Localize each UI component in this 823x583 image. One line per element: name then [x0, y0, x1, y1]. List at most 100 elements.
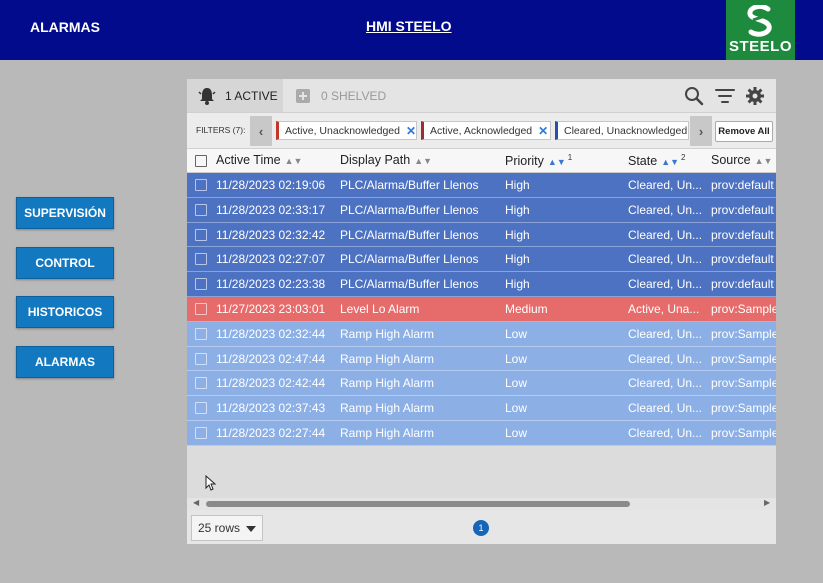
rows-per-page-value: 25 rows — [198, 521, 241, 535]
tab-shelved-alarms[interactable]: 0 SHELVED — [293, 79, 386, 112]
filter-scroll-right-button[interactable]: › — [690, 116, 712, 146]
cell-source: prov:Sample — [711, 376, 776, 391]
cell-state: Cleared, Un... — [628, 426, 703, 440]
sort-asc-icon: ▲▼ — [661, 157, 680, 168]
row-checkbox[interactable] — [195, 253, 207, 266]
row-checkbox[interactable] — [195, 303, 207, 315]
cell-active-time: 11/28/2023 02:32:42 — [216, 227, 326, 242]
filters-label: FILTERS (7): — [196, 125, 246, 135]
scrollbar-thumb[interactable] — [206, 501, 630, 507]
column-header-display-path[interactable]: Display Path ▲▼ — [340, 153, 432, 167]
column-header-state[interactable]: State ▲▼ 2 — [628, 153, 685, 168]
filter-chip-active-ack[interactable]: Active, Acknowledged ✕ — [421, 121, 551, 140]
tab-active-alarms[interactable]: 1 ACTIVE — [187, 79, 283, 112]
horizontal-scrollbar[interactable]: ◀ ▶ — [187, 498, 776, 510]
filter-chip-active-unack[interactable]: Active, Unacknowledged ✕ — [276, 121, 417, 140]
table-row[interactable]: 11/28/2023 02:32:42 PLC/Alarma/Buffer Lle… — [187, 222, 776, 248]
cell-active-time: 11/27/2023 23:03:01 — [216, 302, 326, 316]
cell-state: Cleared, Un... — [628, 227, 703, 242]
filter-chip-label: Active, Unacknowledged — [285, 124, 400, 137]
cell-display-path: PLC/Alarma/Buffer Llenos — [340, 277, 479, 292]
cell-source: prov:Sample — [711, 351, 776, 366]
cell-display-path: Ramp High Alarm — [340, 376, 435, 391]
page-number-button[interactable]: 1 — [473, 520, 489, 536]
cell-active-time: 11/28/2023 02:37:43 — [216, 401, 326, 416]
nav-button-supervision[interactable]: SUPERVISIÓN — [16, 197, 114, 229]
table-row[interactable]: 11/28/2023 02:32:44 Ramp High Alarm Low Cle… — [187, 321, 776, 347]
table-row[interactable]: 11/28/2023 02:27:07 PLC/Alarma/Buffer Lle… — [187, 247, 776, 273]
cell-display-path: PLC/Alarma/Buffer Llenos — [340, 252, 479, 267]
sort-icon: ▲▼ — [754, 156, 773, 166]
cell-source: prov:Sample — [711, 302, 776, 316]
row-checkbox[interactable] — [195, 352, 207, 365]
cell-source: prov:default — [711, 227, 774, 242]
cell-state: Cleared, Un... — [628, 376, 703, 391]
row-checkbox[interactable] — [195, 327, 207, 340]
mouse-cursor-icon — [205, 475, 217, 491]
table-row[interactable]: 11/28/2023 02:42:44 Ramp High Alarm Low Cle… — [187, 371, 776, 397]
nav-button-historicos[interactable]: HISTORICOS — [16, 296, 114, 328]
tab-active-label: 1 ACTIVE — [225, 88, 278, 103]
cell-state: Cleared, Un... — [628, 401, 703, 416]
row-checkbox[interactable] — [195, 278, 207, 291]
table-footer: 25 rows 1 — [187, 510, 776, 544]
row-checkbox[interactable] — [195, 228, 207, 241]
cell-state: Cleared, Un... — [628, 277, 703, 292]
cell-priority: Low — [505, 376, 528, 391]
close-icon[interactable]: ✕ — [406, 124, 416, 138]
cell-source: prov:Sample — [711, 401, 776, 416]
table-row[interactable]: 11/28/2023 02:47:44 Ramp High Alarm Low Cle… — [187, 346, 776, 372]
row-checkbox[interactable] — [195, 179, 207, 191]
cell-source: prov:Sample — [711, 326, 776, 341]
table-row[interactable]: 11/28/2023 02:27:44 Ramp High Alarm Low Cle… — [187, 421, 776, 446]
cell-display-path: PLC/Alarma/Buffer Llenos — [340, 227, 479, 242]
filter-icon[interactable] — [714, 85, 736, 107]
cell-active-time: 11/28/2023 02:23:38 — [216, 277, 326, 292]
cell-priority: Low — [505, 351, 528, 366]
cell-source: prov:Sample — [711, 426, 776, 440]
chevron-down-icon — [246, 526, 256, 532]
cell-state: Cleared, Un... — [628, 202, 703, 217]
sort-icon: ▲▼ — [414, 156, 433, 166]
table-row[interactable]: 11/28/2023 02:19:06 PLC/Alarma/Buffer Lle… — [187, 173, 776, 198]
close-icon[interactable]: ✕ — [538, 124, 548, 138]
filter-scroll-left-button[interactable]: ‹ — [250, 116, 272, 146]
rows-per-page-select[interactable]: 25 rows — [191, 515, 263, 541]
cell-priority: High — [505, 277, 530, 292]
table-row[interactable]: 11/27/2023 23:03:01 Level Lo Alarm Medium A… — [187, 297, 776, 322]
app-title-link[interactable]: HMI STEELO — [366, 18, 452, 34]
select-all-checkbox[interactable] — [195, 155, 207, 167]
logo-text: STEELO — [728, 38, 792, 55]
steelo-s-logo-icon — [747, 5, 772, 37]
table-row[interactable]: 11/28/2023 02:23:38 PLC/Alarma/Buffer Lle… — [187, 272, 776, 297]
cell-source: prov:default — [711, 178, 774, 192]
cell-display-path: Ramp High Alarm — [340, 326, 435, 341]
tab-shelved-label: 0 SHELVED — [321, 88, 387, 103]
scroll-right-arrow-icon: ▶ — [764, 498, 771, 507]
cell-active-time: 11/28/2023 02:42:44 — [216, 376, 326, 391]
cell-active-time: 11/28/2023 02:32:44 — [216, 326, 326, 341]
cell-priority: Low — [505, 426, 528, 440]
filter-chip-cleared-unack[interactable]: Cleared, Unacknowledged — [555, 121, 689, 140]
cell-display-path: PLC/Alarma/Buffer Llenos — [340, 178, 479, 192]
column-header-active-time[interactable]: Active Time ▲▼ — [216, 153, 302, 167]
cell-priority: High — [505, 202, 530, 217]
row-checkbox[interactable] — [195, 203, 207, 216]
column-header-source[interactable]: Source ▲▼ — [711, 153, 772, 167]
row-checkbox[interactable] — [195, 377, 207, 390]
cell-priority: High — [505, 227, 530, 242]
cell-display-path: PLC/Alarma/Buffer Llenos — [340, 202, 479, 217]
nav-button-alarmas[interactable]: ALARMAS — [16, 346, 114, 378]
column-header-priority[interactable]: Priority ▲▼ 1 — [505, 153, 572, 168]
gear-icon[interactable] — [744, 85, 766, 107]
table-empty-area — [187, 446, 776, 498]
search-icon[interactable] — [683, 85, 705, 107]
table-row[interactable]: 11/28/2023 02:37:43 Ramp High Alarm Low Cle… — [187, 396, 776, 421]
table-row[interactable]: 11/28/2023 02:33:17 PLC/Alarma/Buffer Lle… — [187, 197, 776, 223]
row-checkbox[interactable] — [195, 402, 207, 415]
remove-all-filters-button[interactable]: Remove All — [715, 121, 773, 142]
header-bar: ALARMAS HMI STEELO STEELO — [0, 0, 823, 60]
nav-button-control[interactable]: CONTROL — [16, 247, 114, 279]
row-checkbox[interactable] — [195, 427, 207, 439]
cell-state: Cleared, Un... — [628, 178, 703, 192]
